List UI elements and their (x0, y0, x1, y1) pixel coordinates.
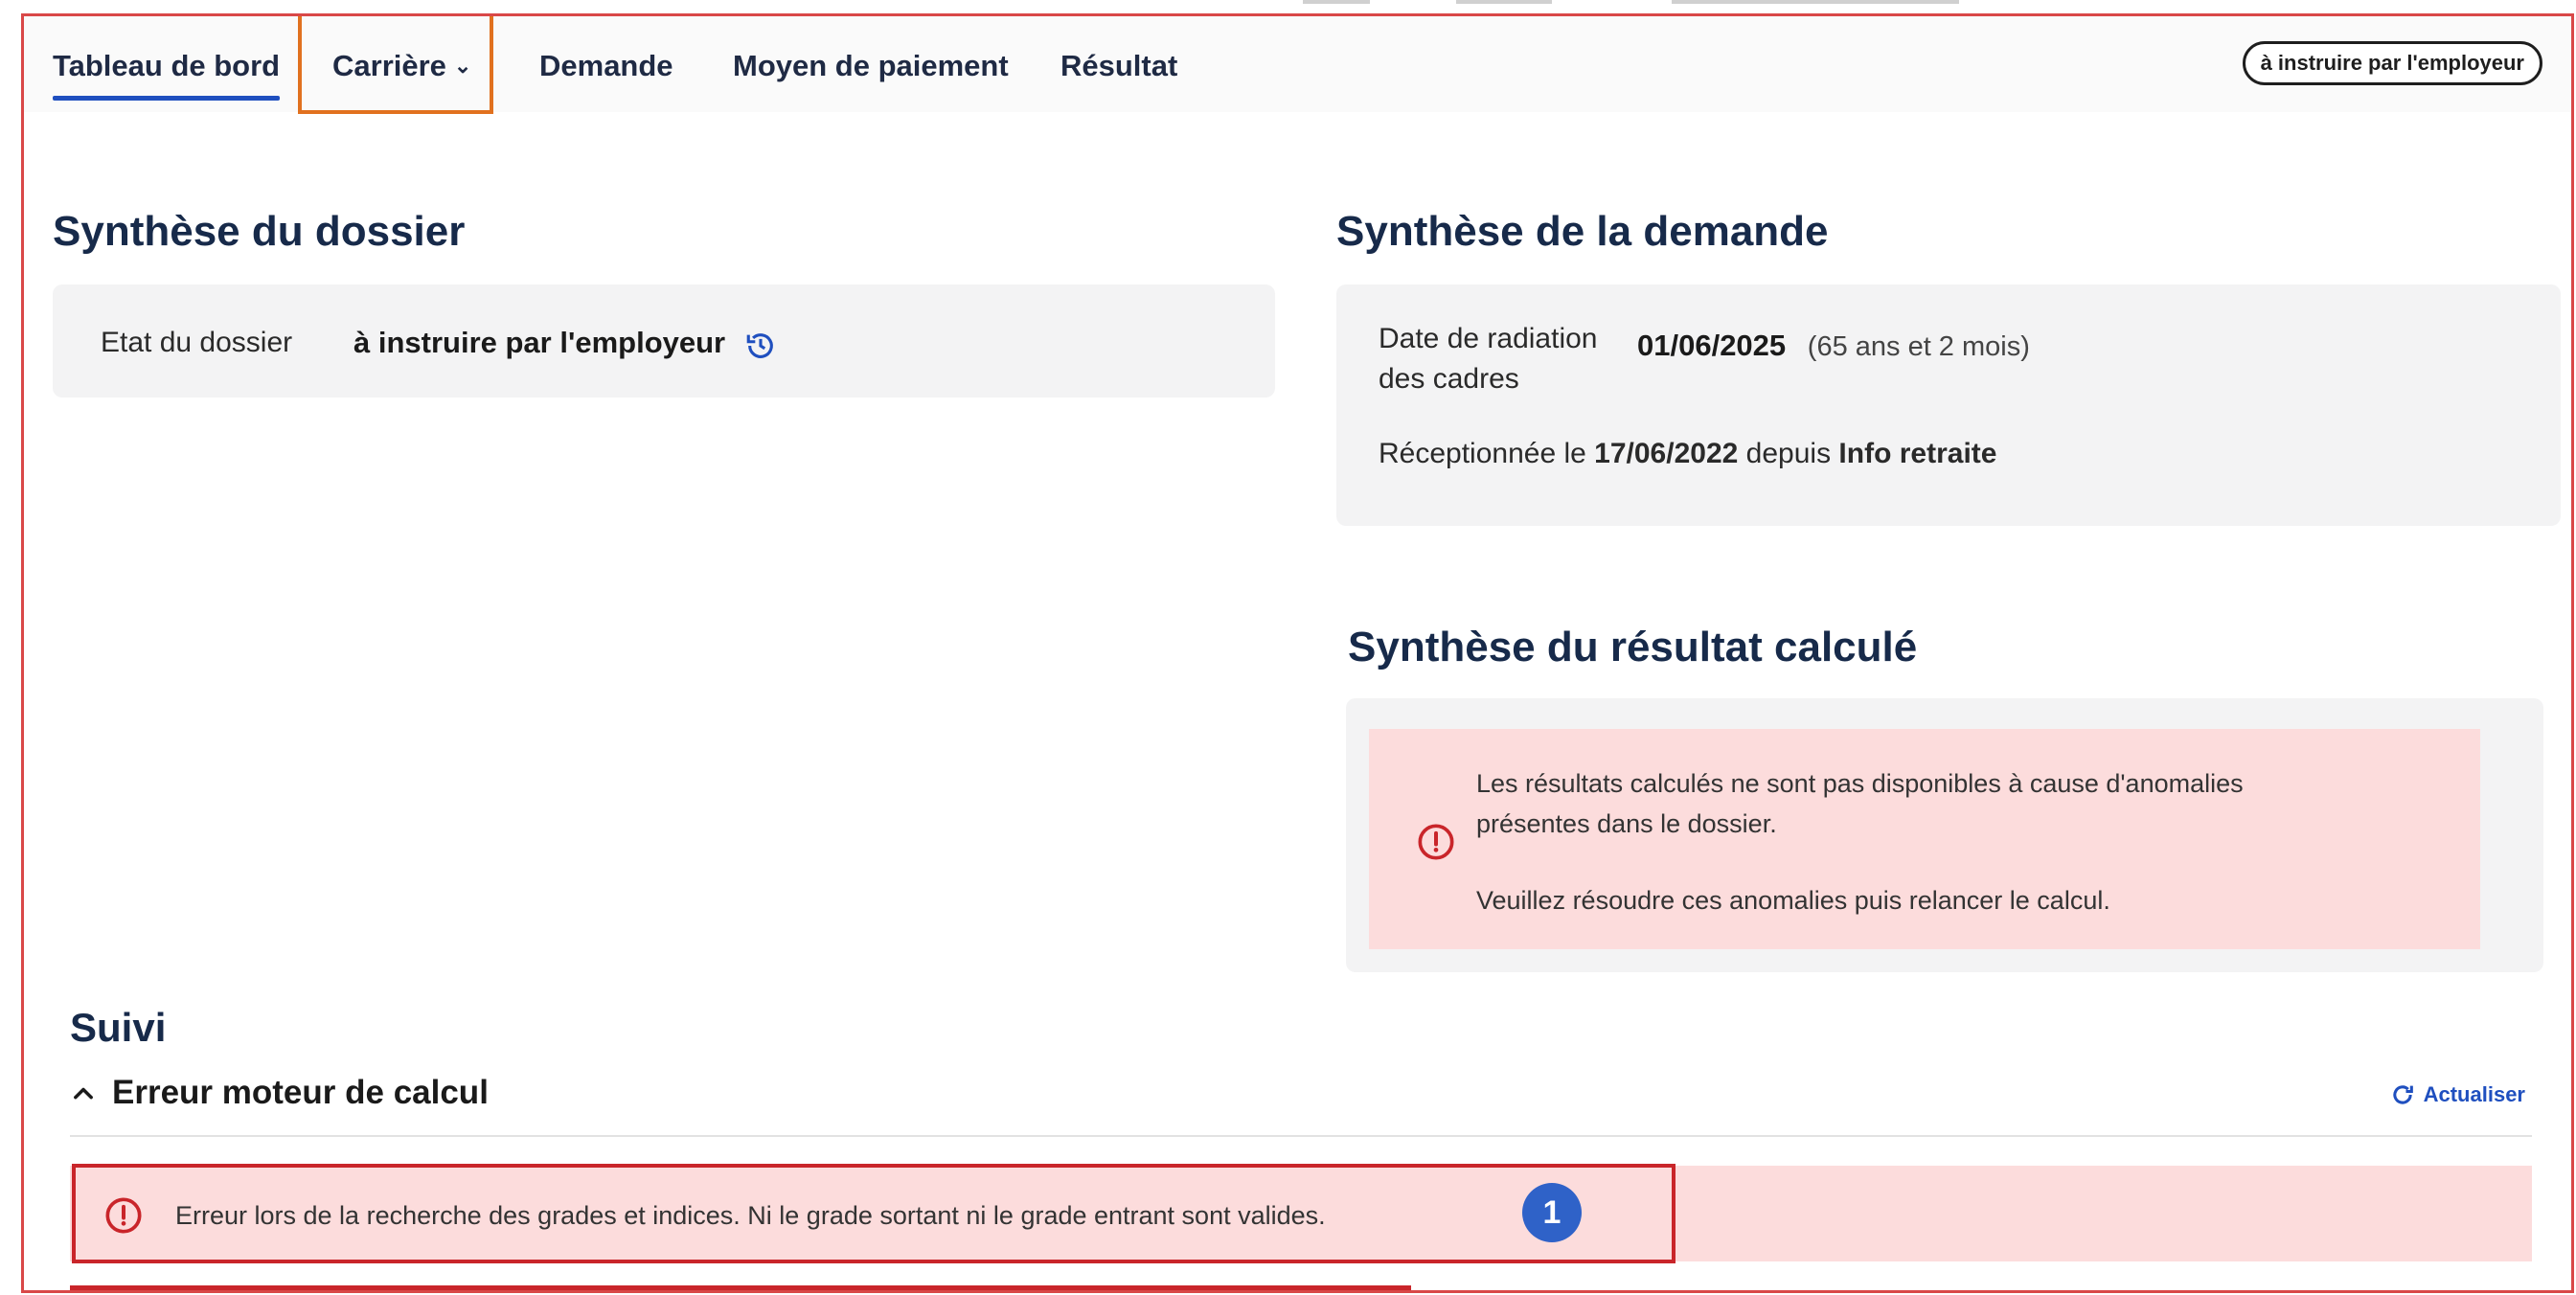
tab-label: Moyen de paiement (733, 49, 1009, 82)
reception-source: Info retraite (1838, 438, 1997, 469)
suivi-title: Suivi (70, 1005, 167, 1050)
tab-label: Tableau de bord (53, 49, 281, 82)
bottom-accent-line (70, 1285, 1411, 1290)
tab-moyen-de-paiement[interactable]: Moyen de paiement (733, 49, 1009, 83)
dossier-card: Etat du dossier à instruire par l'employ… (53, 284, 1275, 398)
top-edge-tab (1303, 0, 1370, 4)
radiation-label-2: des cadres (1379, 363, 1519, 395)
resultat-title: Synthèse du résultat calculé (1348, 624, 1918, 670)
accordion-toggle[interactable]: Erreur moteur de calcul (70, 1074, 489, 1112)
radiation-age: (65 ans et 2 mois) (1807, 331, 2030, 362)
alert-line-2: présentes dans le dossier. (1476, 809, 1777, 838)
status-badge: à instruire par l'employeur (2242, 41, 2542, 85)
top-edge-tab (1456, 0, 1552, 4)
tab-carriere[interactable]: Carrière ⌄ (332, 49, 471, 83)
tab-label: Résultat (1060, 49, 1178, 82)
callout-badge: 1 (1522, 1183, 1582, 1242)
alert-line-1: Les résultats calculés ne sont pas dispo… (1476, 769, 2244, 798)
etat-label: Etat du dossier (101, 327, 293, 358)
alert-circle-icon (1418, 824, 1454, 860)
radiation-date: 01/06/2025 (65 ans et 2 mois) (1637, 329, 2030, 363)
dossier-title: Synthèse du dossier (53, 208, 466, 255)
dashboard-frame: Tableau de bord Carrière ⌄ Demande Moyen … (21, 13, 2574, 1293)
alert-circle-icon (105, 1197, 142, 1234)
accordion-title: Erreur moteur de calcul (112, 1074, 489, 1111)
anomalies-alert: Les résultats calculés ne sont pas dispo… (1369, 729, 2480, 949)
radiation-label: Date de radiation (1379, 323, 1598, 354)
chevron-down-icon: ⌄ (453, 54, 472, 78)
tab-label: Carrière (332, 49, 446, 82)
tab-demande[interactable]: Demande (539, 49, 673, 83)
history-icon[interactable] (744, 329, 777, 362)
top-edge-tab (1672, 0, 1959, 4)
refresh-button[interactable]: Actualiser (2389, 1081, 2525, 1108)
reception-prefix: Réceptionnée le (1379, 438, 1586, 469)
reception-mid: depuis (1745, 438, 1832, 469)
etat-value: à instruire par l'employeur (353, 326, 726, 359)
refresh-icon (2392, 1085, 2413, 1104)
error-text: Erreur lors de la recherche des grades e… (175, 1201, 1326, 1230)
demande-card: Date de radiation des cadres 01/06/2025 … (1336, 284, 2561, 526)
reception-line: Réceptionnée le 17/06/2022 depuis Info r… (1379, 438, 1996, 470)
top-navigation: Tableau de bord Carrière ⌄ Demande Moyen … (24, 16, 2571, 114)
alert-line-3: Veuillez résoudre ces anomalies puis rel… (1476, 886, 2110, 915)
tab-tableau-de-bord[interactable]: Tableau de bord (53, 49, 281, 101)
divider (70, 1135, 2532, 1137)
error-message-box: Erreur lors de la recherche des grades e… (72, 1164, 1676, 1263)
tab-resultat[interactable]: Résultat (1060, 49, 1177, 83)
radiation-date-value: 01/06/2025 (1637, 329, 1787, 362)
reception-date: 17/06/2022 (1594, 438, 1739, 469)
refresh-label: Actualiser (2423, 1082, 2525, 1106)
demande-title: Synthèse de la demande (1336, 208, 1829, 255)
tab-label: Demande (539, 49, 673, 82)
chevron-up-icon (74, 1087, 93, 1100)
